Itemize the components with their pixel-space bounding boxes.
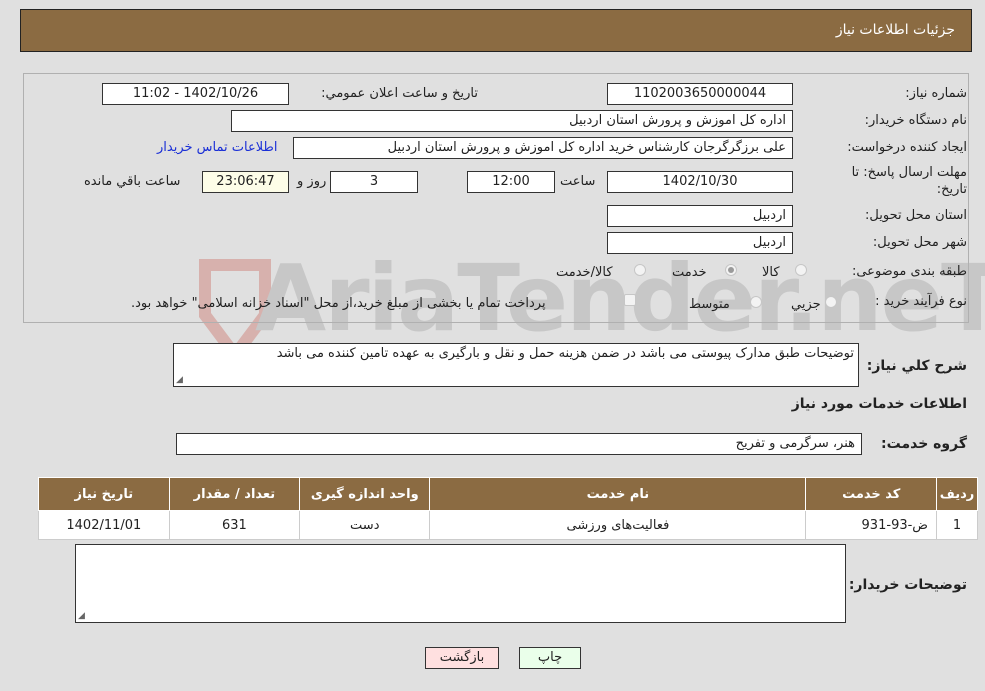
print-button[interactable]: چاپ (519, 647, 581, 669)
cell-service-code: ض-93-931 (805, 510, 938, 540)
cell-service-name: فعالیت‌های ورزشی (429, 510, 807, 540)
time-label: ساعت (560, 174, 596, 189)
province-field[interactable]: اردبیل (607, 205, 793, 227)
deadline-date-field[interactable]: 1402/10/30 (607, 171, 793, 193)
service-group-field[interactable]: هنر، سرگرمی و تفریح (176, 433, 862, 455)
treasury-payment-checkbox[interactable] (624, 294, 636, 306)
city-label: شهر محل تحويل: (872, 235, 967, 250)
description-textarea[interactable]: توضیحات طبق مدارک پیوستی می باشد در ضمن … (173, 343, 859, 387)
process-minor-label: جزيي (791, 297, 821, 312)
process-label: نوع فرآيند خريد : (875, 294, 967, 309)
cell-need-date: 1402/11/01 (38, 510, 170, 540)
category-both-label: کالا/خدمت (556, 265, 613, 280)
col-service-code: کد خدمت (805, 477, 938, 511)
category-goods-radio[interactable] (795, 264, 807, 276)
creator-label: ايجاد کننده درخواست: (847, 140, 967, 155)
buyer-contact-link[interactable]: اطلاعات تماس خريدار (157, 140, 277, 155)
cell-unit: دست (299, 510, 431, 540)
deadline-time-field[interactable]: 12:00 (467, 171, 555, 193)
col-row-number: رديف (936, 477, 978, 511)
announce-label: تاريخ و ساعت اعلان عمومي: (321, 86, 478, 101)
category-label: طبقه بندی موضوعی: (851, 264, 967, 279)
category-service-radio[interactable] (725, 264, 737, 276)
cell-quantity: 631 (168, 510, 301, 540)
days-field[interactable]: 3 (330, 171, 418, 193)
treasury-payment-note: پرداخت تمام یا بخشی از مبلغ خرید،از محل … (131, 296, 546, 311)
col-need-date: تاريخ نياز (38, 477, 170, 511)
table-header-row: رديف کد خدمت نام خدمت واحد اندازه گيری ت… (38, 477, 978, 511)
services-section-title: اطلاعات خدمات مورد نياز (791, 396, 967, 412)
resize-grip-icon[interactable]: ◢ (78, 611, 85, 621)
buyer-org-label: نام دستگاه خريدار: (864, 113, 967, 128)
page-header: جزئیات اطلاعات نیاز (20, 9, 972, 52)
col-service-name: نام خدمت (429, 477, 807, 511)
province-label: استان محل تحويل: (865, 208, 967, 223)
announce-field[interactable]: 1402/10/26 - 11:02 (102, 83, 289, 105)
remaining-label: ساعت باقي مانده (84, 174, 181, 189)
services-table: رديف کد خدمت نام خدمت واحد اندازه گيری ت… (38, 477, 978, 540)
table-row: 1 ض-93-931 فعالیت‌های ورزشی دست 631 1402… (38, 510, 978, 540)
need-number-field[interactable]: 1102003650000044 (607, 83, 793, 105)
col-unit: واحد اندازه گيری (299, 477, 431, 511)
days-label: روز و (297, 174, 327, 189)
category-service-label: خدمت (672, 265, 707, 280)
page-title: جزئیات اطلاعات نیاز (835, 22, 955, 38)
creator-field[interactable]: علی برزگرگرجان کارشناس خرید اداره کل امو… (293, 137, 793, 159)
buyer-notes-textarea[interactable]: ◢ (75, 544, 846, 623)
back-button[interactable]: بازگشت (425, 647, 499, 669)
deadline-label-2: تاريخ: (936, 182, 967, 197)
description-label: شرح کلي نياز: (866, 358, 967, 374)
category-goods-label: کالا (762, 265, 780, 280)
resize-grip-icon[interactable]: ◢ (176, 375, 183, 385)
service-group-label: گروه خدمت: (881, 436, 967, 452)
buyer-notes-label: توضيحات خريدار: (848, 577, 967, 593)
col-quantity: تعداد / مقدار (168, 477, 301, 511)
deadline-label: مهلت ارسال پاسخ: تا (851, 165, 967, 180)
city-field[interactable]: اردبیل (607, 232, 793, 254)
remaining-time-field: 23:06:47 (202, 171, 289, 193)
process-medium-radio[interactable] (750, 296, 762, 308)
cell-row-number: 1 (936, 510, 978, 540)
process-medium-label: متوسط (689, 297, 730, 312)
buyer-org-field[interactable]: اداره کل اموزش و پرورش استان اردبیل (231, 110, 793, 132)
category-both-radio[interactable] (634, 264, 646, 276)
description-text: توضیحات طبق مدارک پیوستی می باشد در ضمن … (276, 346, 854, 361)
need-number-label: شماره نیاز: (905, 86, 967, 101)
process-minor-radio[interactable] (825, 296, 837, 308)
